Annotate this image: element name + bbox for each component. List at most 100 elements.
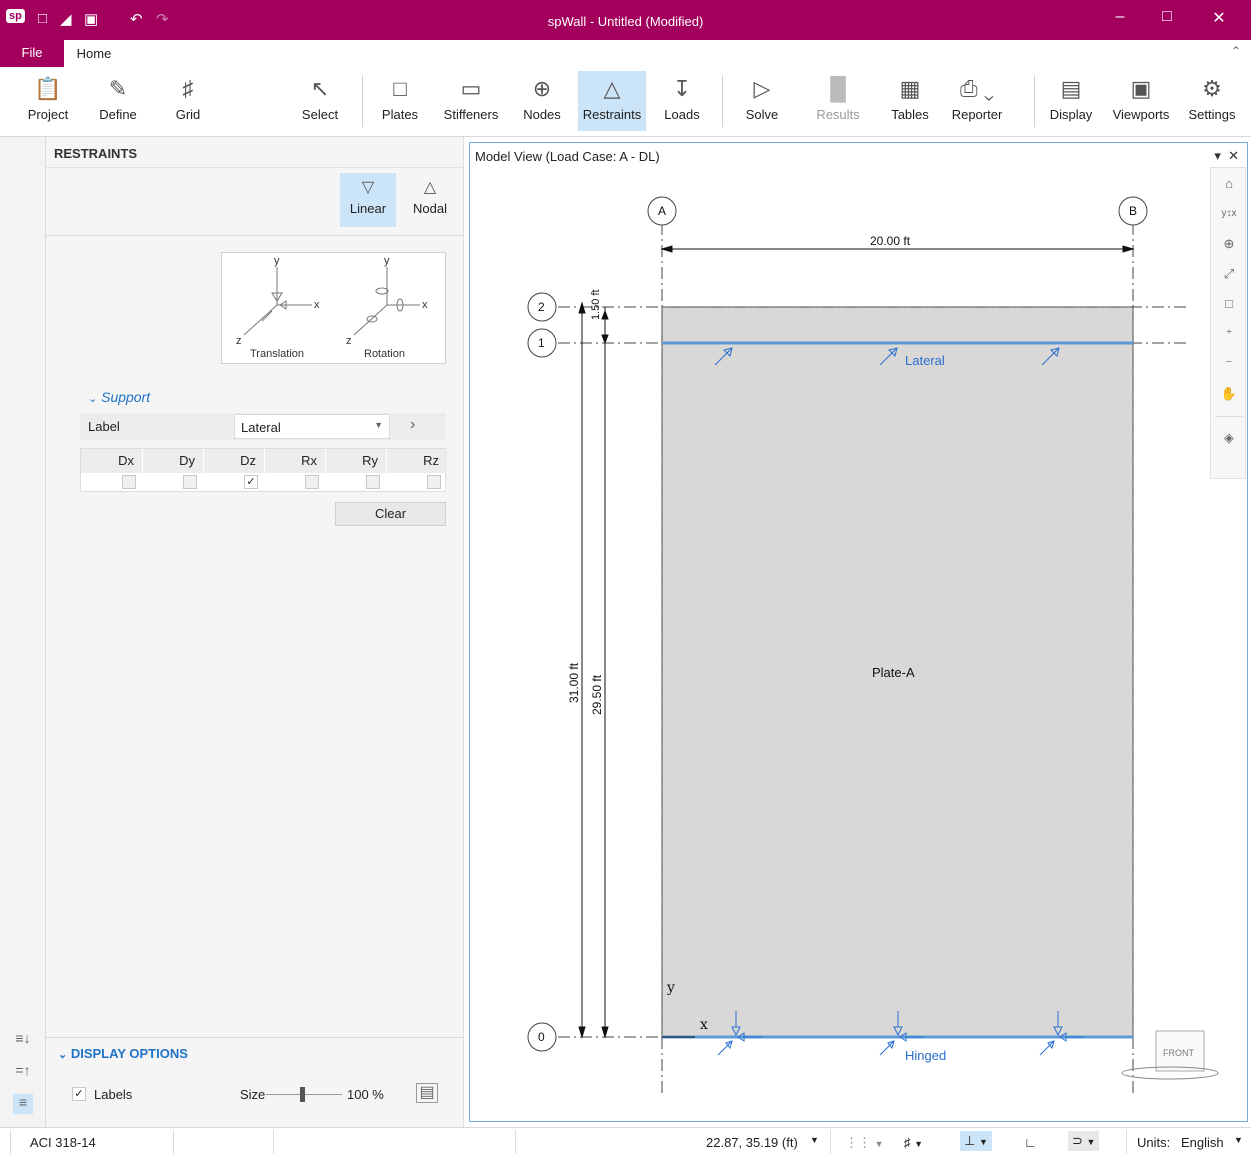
expand-all-icon[interactable]: ≡↓ (13, 1030, 33, 1050)
close-button[interactable]: ✕ (1204, 8, 1234, 32)
units-value[interactable]: English (1181, 1135, 1224, 1150)
grid-display-icon[interactable]: ♯ ▼ (904, 1135, 923, 1150)
dof-checkbox-dy[interactable] (183, 475, 197, 489)
display-button[interactable]: ▤ Display (1042, 71, 1100, 131)
support-section-toggle[interactable]: ⌄ Support (88, 389, 150, 405)
tables-button[interactable]: ▦ Tables (882, 71, 938, 131)
col-rz: Rz (387, 449, 447, 473)
clear-button[interactable]: Clear (335, 502, 446, 526)
settings-button[interactable]: ⚙ Settings (1182, 71, 1242, 131)
zoom-window-icon[interactable]: □ (1217, 292, 1241, 316)
ortho-icon[interactable]: ⊥ ▼ (960, 1131, 992, 1151)
coords-dropdown-icon[interactable]: ▼ (810, 1135, 819, 1145)
define-button[interactable]: ✎ Define (88, 71, 148, 131)
status-bar: ACI 318-14 22.87, 35.19 (ft) ▼ ⋮⋮ ▼ ♯ ▼ … (0, 1127, 1251, 1155)
grid-label-1: 1 (538, 336, 545, 350)
collapse-all-icon[interactable]: =↑ (13, 1062, 33, 1082)
labels-checkbox[interactable]: ✓ (72, 1087, 86, 1101)
printer-icon: ⎙ ⌄ (959, 76, 995, 101)
hinged-support-label[interactable]: Hinged (905, 1048, 946, 1063)
model-view: Model View (Load Case: A - DL) ▾ ✕ A B 2… (469, 142, 1248, 1122)
grid-button[interactable]: ♯ Grid (160, 71, 216, 131)
viewports-button[interactable]: ▣ Viewports (1108, 71, 1174, 131)
size-slider[interactable] (266, 1087, 342, 1102)
plate-label[interactable]: Plate-A (872, 665, 915, 680)
plates-button[interactable]: □ Plates (372, 71, 428, 131)
diagram-x-label: x (314, 299, 320, 311)
view-toolbar: ⌂ y↕x ⊕ ⤢ □ ⁺ ⁻ ✋ ◈ (1210, 167, 1246, 479)
results-button[interactable]: █ Results (808, 71, 868, 131)
model-canvas[interactable] (470, 143, 1249, 1123)
loads-button[interactable]: ↧ Loads (654, 71, 710, 131)
ribbon-tabs: File Home ⌃ (0, 40, 1251, 67)
dim-top-label: 1.50 ft (590, 289, 602, 320)
solve-icon: ▷ (753, 76, 771, 101)
translation-caption: Translation (250, 348, 305, 360)
maximize-button[interactable]: □ (1152, 8, 1182, 32)
chevron-down-icon: ⌄ (88, 393, 98, 405)
label-select[interactable]: Lateral ▼ (234, 414, 390, 439)
left-toolstrip: ≡↓ =↑ ≡ (0, 137, 46, 1127)
size-value: 100 % (347, 1087, 384, 1102)
stiffeners-button[interactable]: ▭ Stiffeners (438, 71, 504, 131)
minimize-button[interactable]: – (1105, 8, 1135, 32)
orbit-icon[interactable]: ⊕ (1217, 232, 1241, 256)
project-button[interactable]: 📋 Project (20, 71, 76, 131)
list-view-icon[interactable]: ≡ (13, 1094, 33, 1114)
col-dx: Dx (81, 449, 143, 473)
3d-view-icon[interactable]: ◈ (1217, 426, 1241, 450)
col-dz: Dz (204, 449, 265, 473)
magnet-icon[interactable]: ⊃ ▼ (1068, 1131, 1100, 1151)
zoom-in-icon[interactable]: ⁺ (1217, 322, 1241, 346)
zoom-extents-icon[interactable]: ⤢ (1217, 262, 1241, 286)
nodes-button[interactable]: ⊕ Nodes (514, 71, 570, 131)
lateral-support-label[interactable]: Lateral (905, 353, 945, 368)
local-axis-x-label: x (700, 1017, 708, 1033)
collapse-ribbon-icon[interactable]: ⌃ (1231, 44, 1241, 58)
restraints-panel: RESTRAINTS ▽Linear △Nodal y x z Transl (46, 137, 464, 1127)
reporter-button[interactable]: ⎙ ⌄ Reporter (946, 71, 1008, 131)
title-bar: sp □ ◢ ▣ ↶ ↷ spWall - Untitled (Modified… (0, 0, 1251, 40)
dim-mid-label: 29.50 ft (590, 674, 604, 715)
select-button[interactable]: ↖ Select (292, 71, 348, 131)
zoom-out-icon[interactable]: ⁻ (1217, 352, 1241, 376)
ribbon: 📋 Project ✎ Define ♯ Grid ↖ Select □ Plates ▭… (0, 67, 1251, 137)
tab-nodal[interactable]: △ Nodal (402, 173, 458, 227)
display-icon: ▤ (1060, 76, 1082, 101)
rotation-caption: Rotation (364, 348, 405, 360)
view-cube-label[interactable]: FRONT (1163, 1048, 1194, 1058)
restraint-diagram: y x z Translation y x z Rotation (221, 252, 446, 364)
plates-icon: □ (393, 76, 407, 101)
dof-checkbox-rx[interactable] (305, 475, 319, 489)
dof-checkbox-dx[interactable] (122, 475, 136, 489)
nodes-icon: ⊕ (532, 76, 552, 101)
define-icon: ✎ (108, 76, 128, 101)
dof-checkbox-rz[interactable] (427, 475, 441, 489)
tab-linear[interactable]: ▽ Linear (340, 173, 396, 227)
dof-grid: Dx Dy Dz Rx Ry Rz ✓ (80, 448, 447, 492)
tab-file[interactable]: File (0, 40, 64, 67)
dof-checkbox-dz[interactable]: ✓ (244, 475, 258, 489)
project-icon: 📋 (34, 76, 62, 101)
labels-caption: Labels (94, 1087, 133, 1102)
home-view-icon[interactable]: ⌂ (1217, 172, 1241, 196)
diagram-y-label: y (274, 255, 280, 267)
display-options-toggle[interactable]: ⌄ DISPLAY OPTIONS (58, 1046, 188, 1061)
restraints-button[interactable]: △ Restraints (578, 71, 646, 131)
col-rx: Rx (265, 449, 326, 473)
tab-home[interactable]: Home (64, 40, 124, 67)
solve-button[interactable]: ▷ Solve (734, 71, 790, 131)
chevron-right-icon[interactable]: › (410, 416, 415, 434)
units-dropdown-icon[interactable]: ▼ (1234, 1135, 1243, 1145)
dim-width-label: 20.00 ft (870, 234, 911, 248)
dropdown-arrow-icon: ▼ (374, 420, 383, 430)
snap-grid-icon[interactable]: ⋮⋮ ▼ (845, 1135, 884, 1151)
size-slider-thumb[interactable] (299, 1087, 305, 1102)
display-settings-icon[interactable]: ▤ (416, 1083, 438, 1103)
pan-hand-icon[interactable]: ✋ (1217, 382, 1241, 406)
ucs-icon[interactable]: ∟ (1024, 1135, 1037, 1150)
dof-checkbox-ry[interactable] (366, 475, 380, 489)
size-caption: Size (240, 1087, 266, 1102)
viewports-icon: ▣ (1130, 76, 1152, 101)
axes-view-icon[interactable]: y↕x (1217, 202, 1241, 226)
